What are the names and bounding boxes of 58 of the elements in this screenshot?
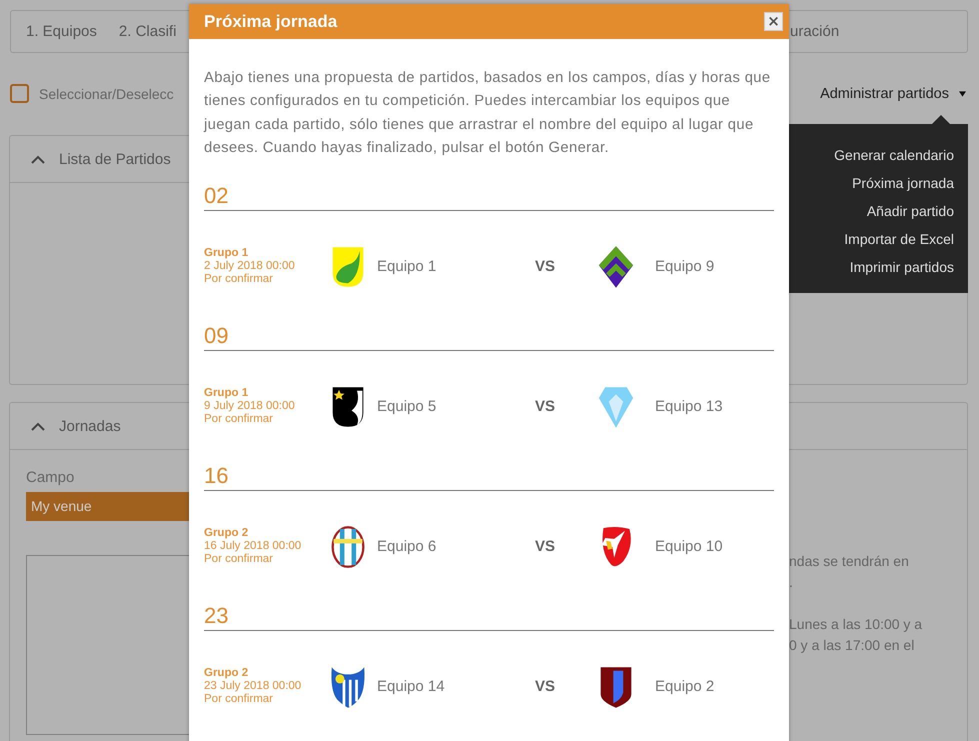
round-date: 23 [204, 602, 774, 632]
striped-crest-icon [330, 664, 366, 709]
team-name[interactable]: Equipo 2 [644, 678, 774, 696]
team-name[interactable]: Equipo 5 [366, 398, 535, 416]
info-text: ndas se tendrán en [789, 552, 910, 571]
caret-icon [959, 90, 966, 96]
group-label: Grupo 2 [204, 667, 250, 680]
checkbox-label: Seleccionar/Deselecc [39, 86, 174, 102]
group-label: Grupo 1 [204, 387, 250, 400]
versus-label: VS [535, 678, 556, 696]
menu-item[interactable]: Añadir partido [789, 197, 968, 225]
team-name[interactable]: Equipo 1 [366, 258, 535, 276]
match-status: Por confirmar [204, 693, 274, 706]
chevron-crest-icon [598, 244, 634, 289]
tab[interactable]: 2. Clasifi [118, 23, 176, 40]
close-button[interactable]: × [764, 12, 783, 31]
round-date: 02 [204, 182, 774, 212]
menu-item[interactable]: Próxima jornada [789, 169, 968, 197]
team-name[interactable]: Equipo 10 [644, 538, 774, 556]
match-status: Por confirmar [204, 273, 274, 286]
versus-label: VS [535, 398, 556, 416]
versus-label: VS [535, 258, 556, 276]
match-status: Por confirmar [204, 553, 274, 566]
panel-title: Jornadas [59, 418, 121, 434]
versus-label: VS [535, 538, 556, 556]
menu-item[interactable]: Imprimir partidos [789, 253, 968, 281]
leaf-crest-icon [330, 244, 366, 289]
match-datetime: 16 July 2018 00:00 [204, 540, 302, 554]
info-text: Lunes a las 10:00 y a [789, 615, 924, 634]
team-name[interactable]: Equipo 13 [644, 398, 774, 416]
match-datetime: 23 July 2018 00:00 [204, 680, 302, 694]
team-name[interactable]: Equipo 14 [366, 678, 535, 696]
shield-crest-icon [598, 664, 634, 709]
description-text: Abajo tienes una propuesta de partidos, basados en los campos, días y horas que tienes configurados en tu competición. Puedes intercambiar los equipos que juegan cada partido, sólo tienes que arrastrar el nombre del equipo al lugar que desees. Cuando hayas finalizado, pulsar el botón Generar. [204, 69, 772, 158]
team-name[interactable]: Equipo 6 [366, 538, 535, 556]
menu-item[interactable]: Importar de Excel [789, 225, 968, 253]
tab[interactable]: 1. Equipos [26, 23, 97, 40]
manage-matches-dropdown[interactable]: Administrar partidos [820, 86, 949, 102]
diamond-crest-icon [598, 384, 634, 429]
checkbox[interactable] [10, 84, 29, 103]
match-datetime: 9 July 2018 00:00 [204, 400, 296, 414]
field-label: Campo [26, 468, 76, 488]
striped-crest-icon [330, 524, 366, 569]
group-label: Grupo 1 [204, 247, 250, 260]
round-date: 16 [204, 462, 774, 492]
match-datetime: 2 July 2018 00:00 [204, 260, 296, 274]
tab[interactable]: uración [790, 23, 840, 40]
group-label: Grupo 2 [204, 527, 250, 540]
star-crest-icon [330, 384, 366, 429]
info-text: 0 y a las 17:00 en el [789, 636, 916, 655]
info-text: . [789, 573, 794, 592]
venue-select[interactable]: My venue [26, 492, 189, 521]
panel-title: Lista de Partidos [59, 150, 171, 168]
modal-title: Próxima jornada [204, 12, 338, 32]
menu-item[interactable]: Generar calendario [789, 141, 968, 169]
round-date: 09 [204, 322, 774, 352]
match-status: Por confirmar [204, 413, 274, 426]
team-name[interactable]: Equipo 9 [644, 258, 774, 276]
